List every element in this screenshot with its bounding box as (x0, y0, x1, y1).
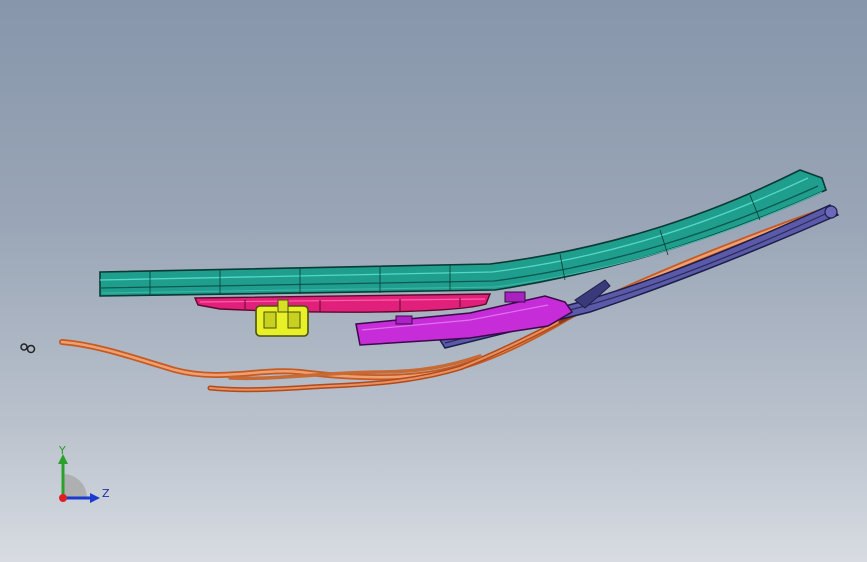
assembly-model[interactable] (0, 0, 867, 562)
z-arrow-icon (90, 493, 100, 503)
cad-viewport[interactable]: Y Z (0, 0, 867, 562)
yellow-bracket[interactable] (255, 299, 309, 337)
small-clip[interactable] (20, 343, 36, 354)
origin-icon (59, 494, 67, 502)
y-axis-label: Y (58, 444, 66, 457)
magenta-channel[interactable] (193, 293, 492, 313)
z-axis-label: Z (102, 487, 110, 500)
orientation-triad: Y Z (58, 444, 110, 503)
triad-plane-icon (63, 474, 87, 498)
teal-rail[interactable] (99, 169, 827, 297)
